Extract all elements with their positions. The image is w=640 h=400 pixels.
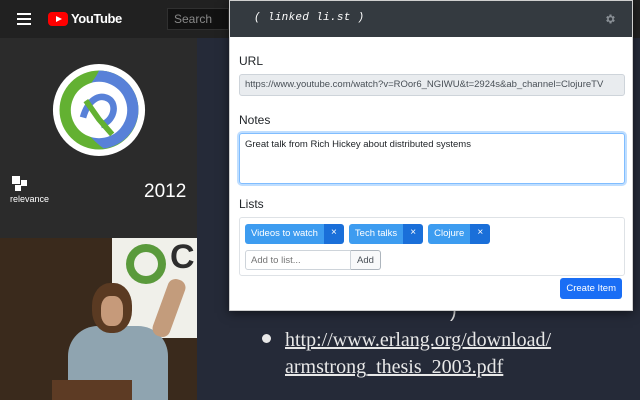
relevance-logo: relevance <box>10 176 49 204</box>
youtube-logo[interactable]: YouTube <box>48 11 122 26</box>
relevance-text: relevance <box>10 194 50 204</box>
banner-text: C <box>170 238 195 276</box>
video-slide-title: relevance 2012 <box>0 38 197 238</box>
add-list-row: Add <box>245 250 619 270</box>
slide-link-line2: armstrong_thesis_2003.pdf <box>285 356 504 378</box>
remove-chip-button[interactable]: × <box>403 224 424 244</box>
list-chip-label[interactable]: Tech talks <box>348 224 404 244</box>
remove-chip-button[interactable]: × <box>323 224 344 244</box>
list-chip-label[interactable]: Clojure <box>428 224 471 244</box>
popup-header: ( linked li.st ) <box>230 1 632 37</box>
popup-body: URL https://www.youtube.com/watch?v=ROor… <box>230 54 632 276</box>
youtube-search-input[interactable]: Search <box>167 8 229 30</box>
speaker-video[interactable]: C <box>0 238 197 400</box>
slide-bullet <box>262 334 271 343</box>
menu-icon[interactable] <box>17 13 31 25</box>
speaker-face <box>101 296 123 326</box>
notes-label: Notes <box>239 113 271 127</box>
slide-year: 2012 <box>144 181 187 202</box>
url-label: URL <box>239 54 264 68</box>
list-chip-label[interactable]: Videos to watch <box>245 224 324 244</box>
list-chip-clojure: Clojure × <box>428 224 491 244</box>
gear-icon[interactable] <box>604 13 616 25</box>
list-chip-tech-talks: Tech talks × <box>348 224 424 244</box>
add-list-input[interactable] <box>245 250 351 270</box>
url-field[interactable]: https://www.youtube.com/watch?v=ROor6_NG… <box>239 74 625 96</box>
clojure-logo <box>52 63 146 157</box>
popup-title: ( linked li.st ) <box>254 12 365 24</box>
lists-box: Videos to watch × Tech talks × Clojure ×… <box>239 217 625 276</box>
notes-field[interactable]: Great talk from Rich Hickey about distri… <box>239 133 625 184</box>
create-item-button[interactable]: Create Item <box>560 278 622 299</box>
add-list-button[interactable]: Add <box>351 250 381 270</box>
remove-chip-button[interactable]: × <box>470 224 491 244</box>
list-chips: Videos to watch × Tech talks × Clojure × <box>245 224 619 244</box>
slide-link: http://www.erlang.org/download/ armstron… <box>285 327 551 381</box>
slide-link-line1: http://www.erlang.org/download/ <box>285 329 552 351</box>
extension-popup: ( linked li.st ) URL https://www.youtube… <box>229 0 633 311</box>
youtube-logo-text: YouTube <box>71 11 122 26</box>
list-chip-videos-to-watch: Videos to watch × <box>245 224 344 244</box>
podium <box>52 380 132 400</box>
youtube-play-icon <box>48 11 68 26</box>
banner-logo-icon <box>126 244 166 284</box>
lists-label: Lists <box>239 197 264 211</box>
relevance-mark-icon <box>12 176 30 192</box>
